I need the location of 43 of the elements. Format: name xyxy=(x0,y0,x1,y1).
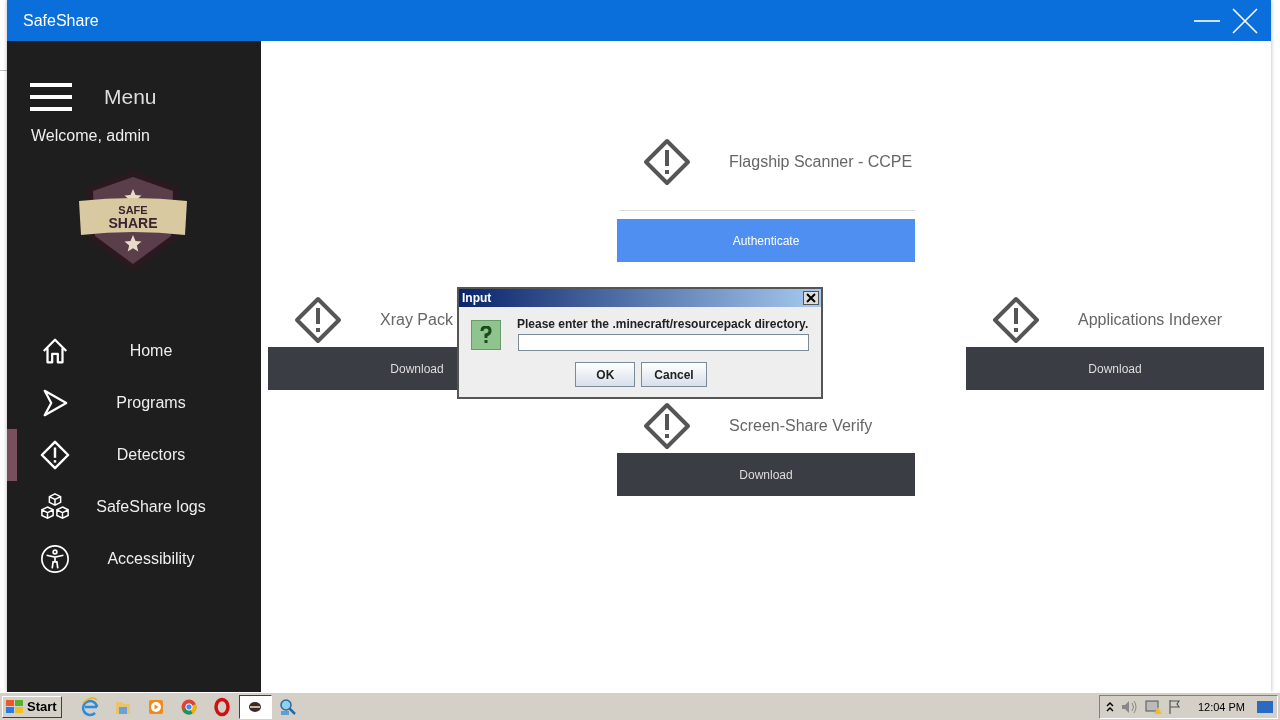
detector-title: Screen-Share Verify xyxy=(729,417,873,435)
close-button[interactable] xyxy=(803,291,819,305)
dialog-title: Input xyxy=(462,291,492,305)
dialog-button[interactable]: Cancel xyxy=(641,362,707,387)
windows-logo-icon xyxy=(5,698,25,715)
detector-title: Xray Pack xyxy=(380,311,453,329)
close-icon xyxy=(1231,6,1259,35)
show-desktop-icon[interactable] xyxy=(1257,699,1273,714)
opera-icon xyxy=(212,696,233,717)
sidebar-item[interactable]: SafeShare logs xyxy=(7,481,261,533)
menu-label: Menu xyxy=(104,85,157,109)
dialog-button[interactable]: OK xyxy=(575,362,636,387)
warning-icon xyxy=(992,296,1040,344)
accessibility-icon xyxy=(40,544,70,574)
menu-icon[interactable] xyxy=(30,83,72,111)
speaker-icon[interactable] xyxy=(1119,698,1138,715)
question-icon xyxy=(471,320,501,350)
home-icon xyxy=(40,336,70,366)
cubes-icon xyxy=(40,492,70,522)
minimize-icon xyxy=(1194,19,1220,22)
sidebar-item[interactable]: Home xyxy=(7,325,261,377)
warning-icon xyxy=(643,402,691,450)
sidebar-item[interactable]: Programs xyxy=(7,377,261,429)
detector-button[interactable]: Download xyxy=(617,453,915,496)
clock: 12:04 PM xyxy=(1197,700,1245,713)
detector-title: Flagship Scanner - CCPE xyxy=(729,153,913,171)
flag-icon[interactable] xyxy=(1167,698,1182,715)
detector-button[interactable]: Download xyxy=(966,347,1264,390)
directory-field[interactable] xyxy=(518,334,809,351)
warning-icon xyxy=(294,296,342,344)
warning-icon xyxy=(40,440,70,470)
start-button[interactable]: Start xyxy=(2,695,62,718)
welcome-text: Welcome, admin xyxy=(30,126,151,145)
sidebar-item[interactable]: Accessibility xyxy=(7,533,261,585)
window-title: SafeShare xyxy=(23,11,100,30)
dialog-message: Please enter the .minecraft/resourcepack directory. xyxy=(517,317,809,331)
browser-icon xyxy=(80,696,101,717)
safeshare-logo: SAFE SHARE xyxy=(79,169,187,273)
network-warning-icon[interactable] xyxy=(1143,698,1162,715)
detector-title: Applications Indexer xyxy=(1078,311,1223,329)
chevron-up-icon[interactable] xyxy=(1105,700,1114,713)
warning-icon xyxy=(643,138,691,186)
taskbar-button[interactable] xyxy=(238,694,272,719)
